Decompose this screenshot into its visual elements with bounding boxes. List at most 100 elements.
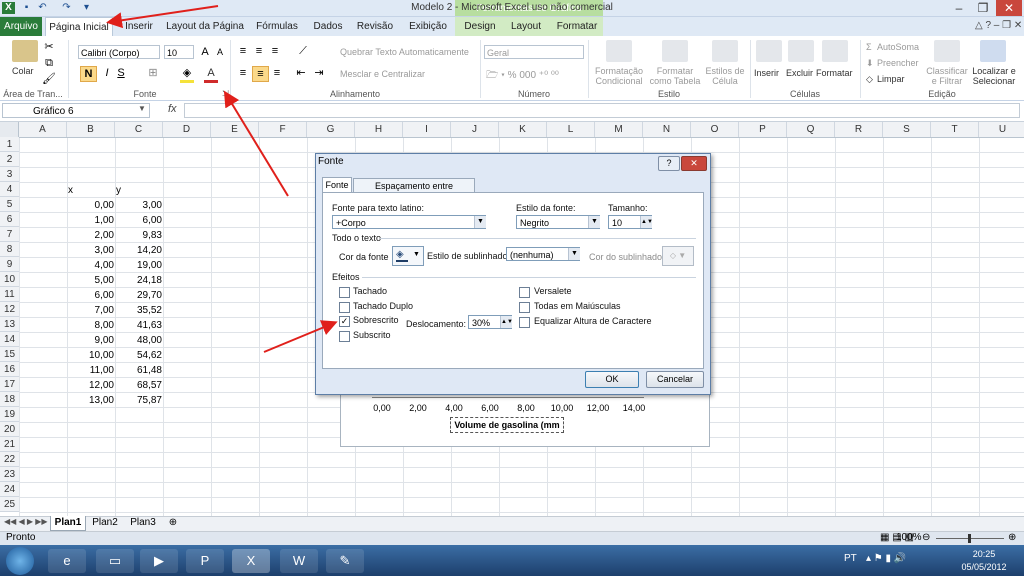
column-header-e[interactable]: E [211,122,259,137]
checkbox-right-effect[interactable] [519,302,530,313]
checkbox-tachado[interactable] [339,287,350,298]
font-style-dropdown-icon[interactable]: ▼ [588,216,600,228]
column-header-j[interactable]: J [451,122,499,137]
format-table-icon[interactable] [662,40,688,62]
row-header-19[interactable]: 19 [0,407,19,422]
latin-font-dropdown-icon[interactable]: ▼ [474,216,486,228]
cell-c7[interactable]: 9,83 [116,228,162,243]
cell-b9[interactable]: 4,00 [68,258,114,273]
column-header-k[interactable]: K [499,122,547,137]
sheet-tab-plan3[interactable]: Plan3 [126,516,160,530]
column-header-r[interactable]: R [835,122,883,137]
align-left-icon[interactable]: ≡ [236,66,250,80]
row-header-12[interactable]: 12 [0,302,19,317]
language-indicator[interactable]: PT [844,553,857,564]
cell-c15[interactable]: 54,62 [116,348,162,363]
orientation-icon[interactable]: ⟋ [294,44,312,58]
column-header-i[interactable]: I [403,122,451,137]
find-select-icon[interactable] [980,40,1006,62]
row-header-4[interactable]: 4 [0,182,19,197]
row-header-13[interactable]: 13 [0,317,19,332]
row-header-16[interactable]: 16 [0,362,19,377]
row-header-23[interactable]: 23 [0,467,19,482]
underline-style-dropdown-icon[interactable]: ▼ [568,248,580,260]
cell-b14[interactable]: 9,00 [68,333,114,348]
shrink-font-icon[interactable]: A [214,45,226,59]
font-color-icon[interactable]: A [204,66,218,83]
row-header-15[interactable]: 15 [0,347,19,362]
row-header-25[interactable]: 25 [0,497,19,512]
row-header-8[interactable]: 8 [0,242,19,257]
tab-home[interactable]: Página Inicial [45,17,113,37]
tray-icons[interactable]: ▴ ⚑ ▮ 🔊 [866,553,906,564]
column-header-l[interactable]: L [547,122,595,137]
select-all-corner[interactable] [0,122,19,137]
cell-c18[interactable]: 75,87 [116,393,162,408]
row-header-3[interactable]: 3 [0,167,19,182]
copy-icon[interactable]: ⧉ [42,56,56,70]
checkbox-right-effect[interactable] [519,287,530,298]
cell-b18[interactable]: 13,00 [68,393,114,408]
start-button[interactable] [6,547,34,575]
insert-cells-icon[interactable] [756,40,782,62]
cell-c8[interactable]: 14,20 [116,243,162,258]
checkbox-tachado-duplo[interactable] [339,301,350,313]
tab-design[interactable]: Design [460,17,500,36]
minimize-icon[interactable]: – [948,0,970,16]
row-header-14[interactable]: 14 [0,332,19,347]
ok-button[interactable]: OK [585,371,639,388]
underline-color-picker[interactable]: ◇ ▼ [662,246,694,266]
cell-c5[interactable]: 3,00 [116,198,162,213]
decrease-indent-icon[interactable]: ⇤ [294,66,308,80]
cell-b12[interactable]: 7,00 [68,303,114,318]
cell-c6[interactable]: 6,00 [116,213,162,228]
zoom-in-icon[interactable]: ⊕ [1008,532,1016,543]
column-header-s[interactable]: S [883,122,931,137]
checkbox-right-effect[interactable] [519,317,530,328]
zoom-out-icon[interactable]: ⊖ [922,532,930,543]
sheet-tab-plan1[interactable]: Plan1 [50,516,86,531]
tab-insert[interactable]: Inserir [116,17,162,36]
cell-c4[interactable]: y [116,183,121,198]
column-header-t[interactable]: T [931,122,979,137]
tab-character-spacing[interactable]: Espaçamento entre Caracteres [353,178,475,205]
find-select-button[interactable]: Localizar e Selecionar [970,66,1018,86]
paste-icon[interactable] [12,40,38,62]
align-bottom-icon[interactable]: ≡ [268,44,282,58]
zoom-slider-thumb[interactable] [968,534,971,543]
cell-b16[interactable]: 11,00 [68,363,114,378]
number-format-icons[interactable]: 🗁 ▾ % 000 ⁺⁰ ⁰⁰ [486,68,559,85]
cell-c16[interactable]: 61,48 [116,363,162,378]
fill-button[interactable]: Preencher [877,58,919,68]
cell-c12[interactable]: 35,52 [116,303,162,318]
cell-b4[interactable]: x [68,183,73,198]
customize-qat-icon[interactable]: ▾ [80,2,93,14]
cell-c14[interactable]: 48,00 [116,333,162,348]
column-header-d[interactable]: D [163,122,211,137]
cell-b6[interactable]: 1,00 [68,213,114,228]
row-header-22[interactable]: 22 [0,452,19,467]
redo-icon[interactable]: ↷ [60,2,73,14]
align-top-icon[interactable]: ≡ [236,44,250,58]
tab-data[interactable]: Dados [308,17,348,36]
increase-indent-icon[interactable]: ⇥ [312,66,326,80]
row-header-10[interactable]: 10 [0,272,19,287]
cancel-button[interactable]: Cancelar [646,371,704,388]
column-header-b[interactable]: B [67,122,115,137]
paste-button[interactable]: Colar [12,66,34,76]
tab-review[interactable]: Revisão [352,17,398,36]
tab-format[interactable]: Formatar [552,17,602,36]
underline-button[interactable]: S [114,66,128,80]
column-header-c[interactable]: C [115,122,163,137]
fill-color-icon[interactable]: ◈ [180,66,194,83]
latin-font-combo[interactable]: +Corpo [332,215,486,229]
cell-c17[interactable]: 68,57 [116,378,162,393]
cell-b7[interactable]: 2,00 [68,228,114,243]
number-format-combo[interactable]: Geral [484,45,584,59]
dialog-close-button[interactable]: ✕ [681,156,707,171]
align-center-icon[interactable]: ≡ [252,66,269,82]
column-header-n[interactable]: N [643,122,691,137]
sheet-tab-plan2[interactable]: Plan2 [88,516,122,530]
row-header-21[interactable]: 21 [0,437,19,452]
name-box[interactable]: Gráfico 6 [2,103,150,118]
